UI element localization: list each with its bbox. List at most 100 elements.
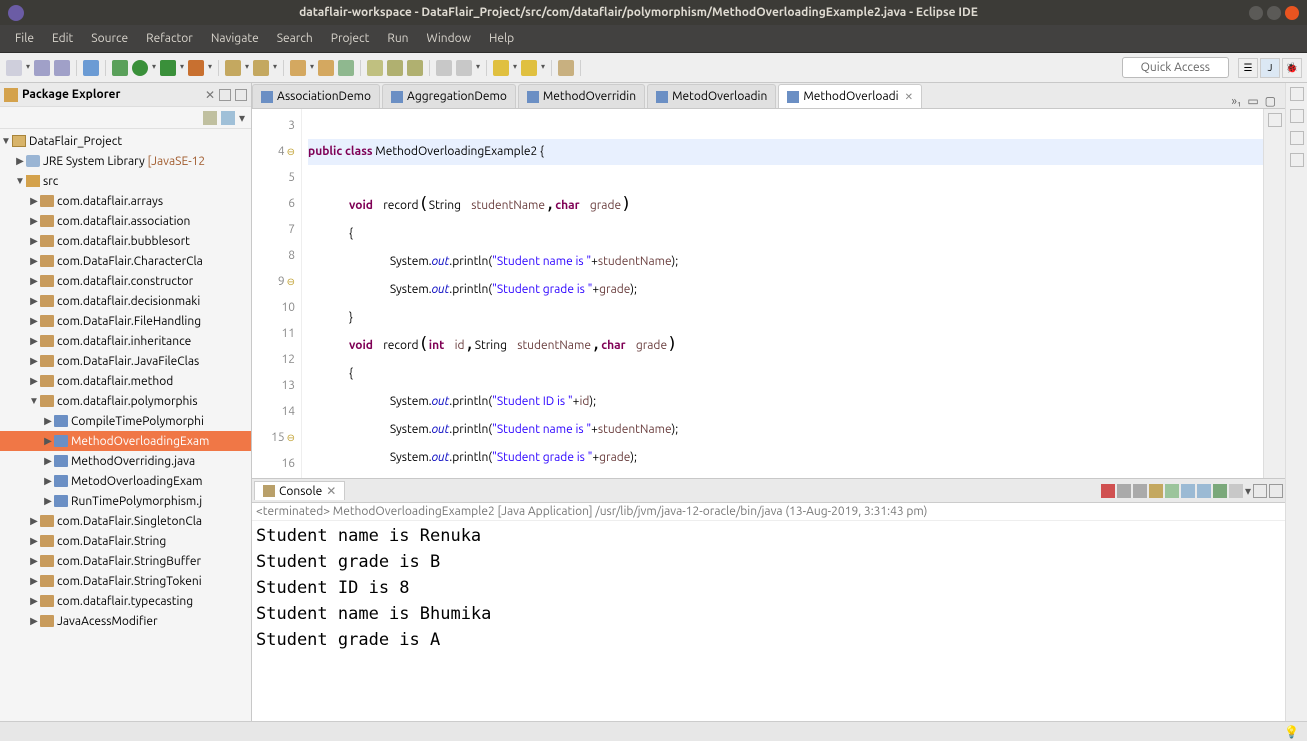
menu-refactor[interactable]: Refactor: [146, 32, 193, 45]
remove-launch-icon[interactable]: [1117, 484, 1131, 498]
package-node[interactable]: ▶com.dataflair.arrays: [0, 191, 251, 211]
coverage-icon[interactable]: [160, 60, 176, 76]
project-node[interactable]: ▼DataFlair_Project: [0, 131, 251, 151]
maximize-view-icon[interactable]: [235, 89, 247, 101]
editor-tab[interactable]: MethodOverridin: [518, 84, 645, 108]
perspective-debug-icon[interactable]: 🐞: [1282, 58, 1302, 78]
max-console-icon[interactable]: [1269, 484, 1283, 498]
collapse-all-icon[interactable]: [203, 111, 217, 125]
build-icon[interactable]: [338, 60, 354, 76]
console-tab[interactable]: Console ✕: [254, 481, 345, 500]
package-node[interactable]: ▶com.DataFlair.String: [0, 531, 251, 551]
tab-overflow[interactable]: »₁: [1231, 95, 1241, 108]
package-node[interactable]: ▶com.dataflair.decisionmaki: [0, 291, 251, 311]
package-node[interactable]: ▶com.dataflair.inheritance: [0, 331, 251, 351]
package-node[interactable]: ▶com.dataflair.typecasting: [0, 591, 251, 611]
editor-tab[interactable]: AggregationDemo: [382, 84, 516, 108]
display-selected-icon[interactable]: [1197, 484, 1211, 498]
editor-tab[interactable]: MetodOverloadin: [647, 84, 776, 108]
package-node[interactable]: ▶com.DataFlair.StringTokeni: [0, 571, 251, 591]
java-file-selected[interactable]: ▶MethodOverloadingExam: [0, 431, 251, 451]
run-icon[interactable]: [132, 60, 148, 76]
java-file[interactable]: ▶MethodOverriding.java: [0, 451, 251, 471]
restore-icon[interactable]: [1290, 87, 1304, 101]
perspective-open-icon[interactable]: ☰: [1238, 58, 1258, 78]
overview-ruler-icon[interactable]: [1268, 113, 1282, 127]
task-list-icon[interactable]: [1290, 131, 1304, 145]
menu-search[interactable]: Search: [277, 32, 313, 45]
close-view-icon[interactable]: ✕: [205, 88, 215, 102]
package-node[interactable]: ▶com.DataFlair.StringBuffer: [0, 551, 251, 571]
menu-project[interactable]: Project: [331, 32, 370, 45]
min-console-icon[interactable]: [1253, 484, 1267, 498]
menu-file[interactable]: File: [15, 32, 34, 45]
link-editor-icon[interactable]: [221, 111, 235, 125]
package-node[interactable]: ▶com.DataFlair.FileHandling: [0, 311, 251, 331]
quick-access-input[interactable]: Quick Access: [1122, 57, 1229, 78]
outline-icon[interactable]: [1290, 109, 1304, 123]
package-node[interactable]: ▶com.DataFlair.SingletonCla: [0, 511, 251, 531]
minimap-icon[interactable]: [1290, 153, 1304, 167]
java-file[interactable]: ▶MetodOverloadingExam: [0, 471, 251, 491]
menu-run[interactable]: Run: [387, 32, 408, 45]
package-node-open[interactable]: ▼com.dataflair.polymorphis: [0, 391, 251, 411]
java-file[interactable]: ▶RunTimePolymorphism.j: [0, 491, 251, 511]
package-node[interactable]: ▶com.dataflair.bubblesort: [0, 231, 251, 251]
menu-help[interactable]: Help: [489, 32, 514, 45]
open-task-icon[interactable]: [290, 60, 306, 76]
save-icon[interactable]: [34, 60, 50, 76]
maximize-button[interactable]: [1267, 6, 1281, 20]
remove-all-icon[interactable]: [1133, 484, 1147, 498]
open-type-icon[interactable]: [83, 60, 99, 76]
run-last-icon[interactable]: [188, 60, 204, 76]
show-console-icon[interactable]: [1213, 484, 1227, 498]
java-file[interactable]: ▶CompileTimePolymorphi: [0, 411, 251, 431]
console-output[interactable]: Student name is Renuka Student grade is …: [252, 521, 1285, 721]
code-editor[interactable]: 3 4 5 6 7 8 9 10 11 12 13 14 15 16 17 pu…: [252, 109, 1285, 479]
view-menu-icon[interactable]: ▾: [239, 111, 245, 125]
project-tree[interactable]: ▼DataFlair_Project ▶JRE System Library […: [0, 129, 251, 721]
minimize-button[interactable]: [1249, 6, 1263, 20]
toggle-mark-icon[interactable]: [387, 60, 403, 76]
clear-console-icon[interactable]: [1149, 484, 1163, 498]
package-node[interactable]: ▶com.DataFlair.CharacterCla: [0, 251, 251, 271]
package-node[interactable]: ▶com.dataflair.method: [0, 371, 251, 391]
minimize-editor-icon[interactable]: ▭: [1247, 94, 1258, 108]
open-console-icon[interactable]: [1229, 484, 1243, 498]
terminate-icon[interactable]: [1101, 484, 1115, 498]
next-edit-icon[interactable]: [456, 60, 472, 76]
package-node[interactable]: ▶com.DataFlair.JavaFileClas: [0, 351, 251, 371]
tip-icon[interactable]: 💡: [1284, 725, 1299, 739]
menu-navigate[interactable]: Navigate: [211, 32, 259, 45]
perspective-java-icon[interactable]: J: [1260, 58, 1280, 78]
close-console-icon[interactable]: ✕: [326, 484, 336, 498]
forward-icon[interactable]: [521, 60, 537, 76]
package-node[interactable]: ▶com.dataflair.association: [0, 211, 251, 231]
close-tab-icon[interactable]: ✕: [905, 91, 913, 103]
prev-edit-icon[interactable]: [436, 60, 452, 76]
close-button[interactable]: [1285, 6, 1299, 20]
package-node[interactable]: ▶com.dataflair.constructor: [0, 271, 251, 291]
menu-source[interactable]: Source: [91, 32, 128, 45]
new-class-icon[interactable]: [253, 60, 269, 76]
new-package-icon[interactable]: [225, 60, 241, 76]
menu-window[interactable]: Window: [427, 32, 471, 45]
debug-icon[interactable]: [112, 60, 128, 76]
scroll-lock-icon[interactable]: [1165, 484, 1179, 498]
pin-icon[interactable]: [558, 60, 574, 76]
next-annotation-icon[interactable]: [407, 60, 423, 76]
editor-tab[interactable]: AssociationDemo: [252, 84, 380, 108]
search-icon[interactable]: [367, 60, 383, 76]
task-icon[interactable]: [318, 60, 334, 76]
minimize-view-icon[interactable]: [219, 89, 231, 101]
new-icon[interactable]: [6, 60, 22, 76]
console-menu-icon[interactable]: ▾: [1245, 484, 1251, 498]
code-content[interactable]: public class MethodOverloadingExample2 {…: [302, 109, 1263, 478]
jre-node[interactable]: ▶JRE System Library [JavaSE-12: [0, 151, 251, 171]
menu-edit[interactable]: Edit: [52, 32, 73, 45]
pin-console-icon[interactable]: [1181, 484, 1195, 498]
package-node[interactable]: ▶JavaAcessModifier: [0, 611, 251, 631]
back-icon[interactable]: [493, 60, 509, 76]
save-all-icon[interactable]: [54, 60, 70, 76]
maximize-editor-icon[interactable]: ▢: [1265, 94, 1276, 108]
